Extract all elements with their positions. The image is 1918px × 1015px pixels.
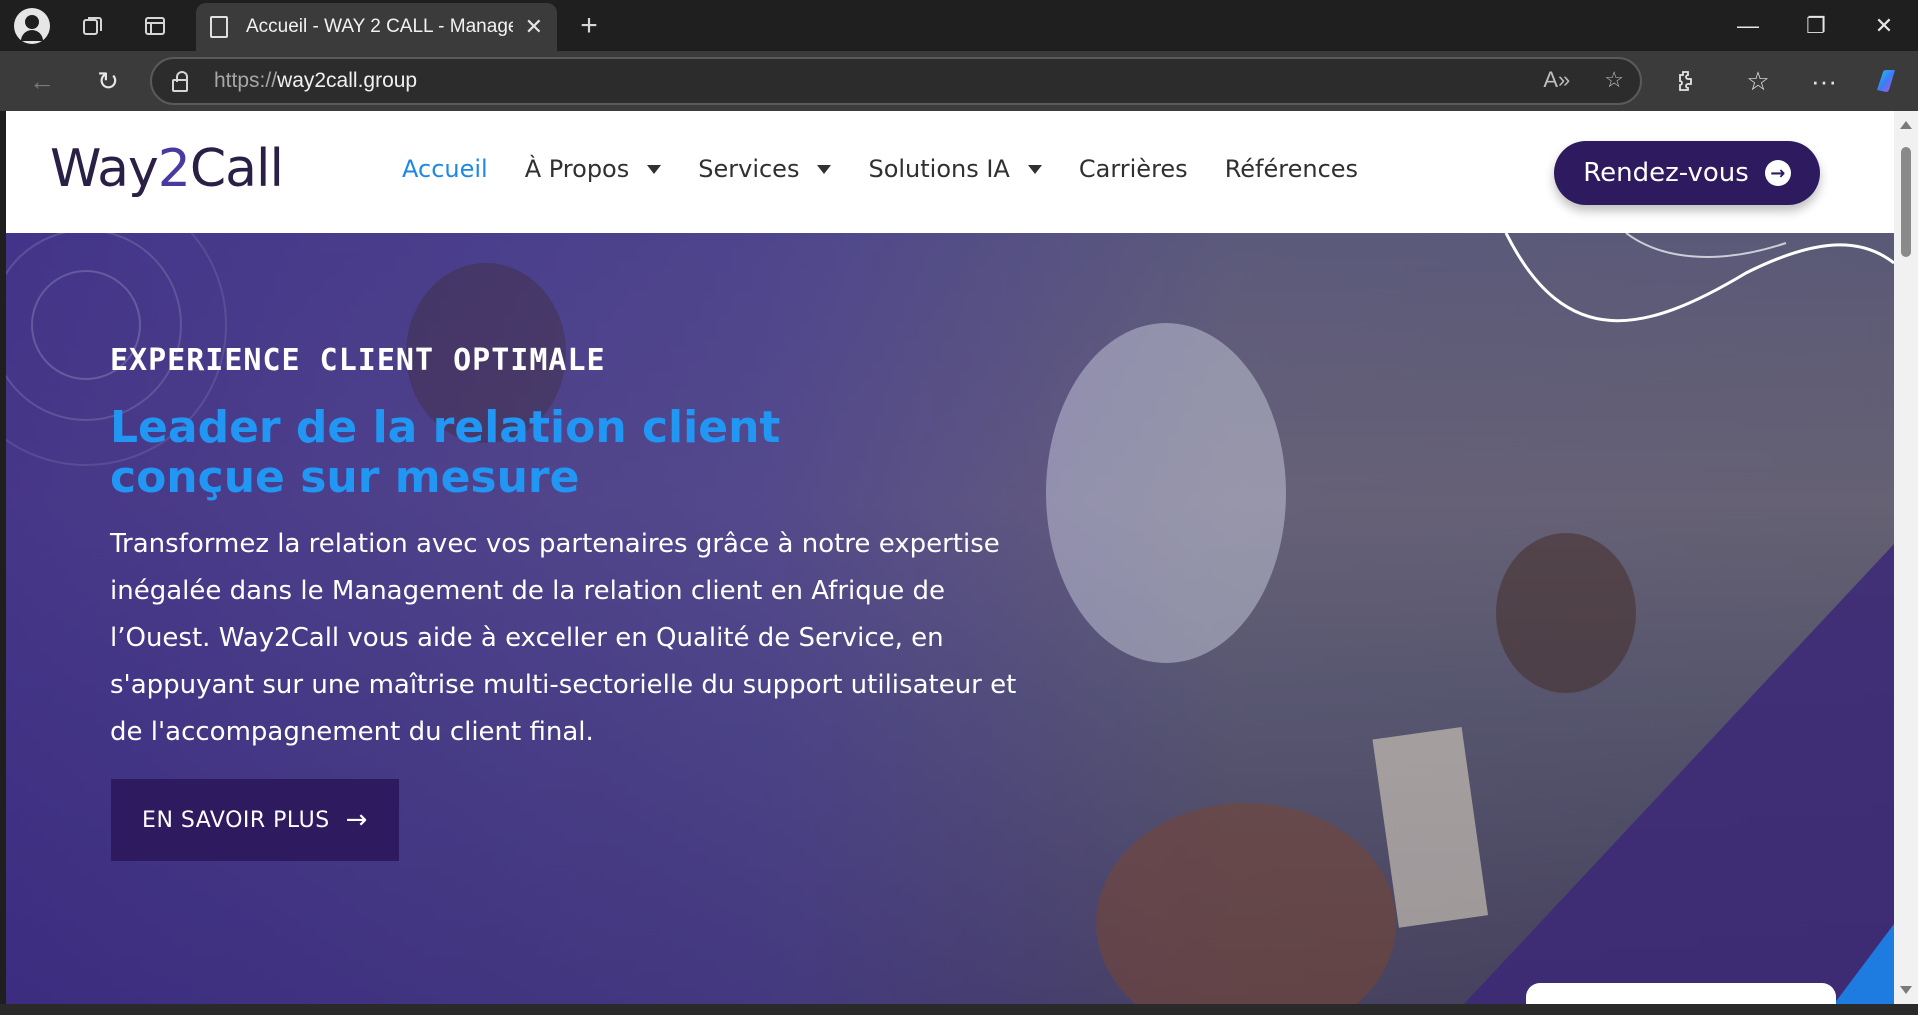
lock-icon[interactable] <box>172 70 188 92</box>
hero-kicker: EXPERIENCE CLIENT OPTIMALE <box>110 343 606 378</box>
active-tab[interactable]: Accueil - WAY 2 CALL - Management de la … <box>196 3 557 51</box>
browser-toolbar: ← ↻ https://way2call.group A» ☆ ☆ ··· <box>0 51 1918 111</box>
scroll-down-icon[interactable] <box>1900 986 1912 994</box>
floating-card <box>1526 983 1836 1004</box>
nav-accueil[interactable]: Accueil <box>402 155 488 183</box>
chevron-down-icon <box>817 164 832 174</box>
favorite-star-icon[interactable]: ☆ <box>1604 67 1624 93</box>
decorative-triangle <box>1464 544 1894 1004</box>
read-aloud-icon[interactable]: A» <box>1543 67 1570 93</box>
address-bar[interactable]: https://way2call.group A» ☆ <box>150 57 1642 105</box>
nav-references[interactable]: Références <box>1225 155 1358 183</box>
hero-description: Transformez la relation avec vos partena… <box>110 529 1017 747</box>
close-window-icon[interactable]: ✕ <box>1864 8 1904 44</box>
site-header: Way2Call Accueil À Propos Services Solut… <box>6 111 1894 233</box>
nav-a-propos[interactable]: À Propos <box>525 155 662 183</box>
chevron-down-icon <box>1027 164 1042 174</box>
decorative-corner <box>1834 924 1894 1004</box>
hero-section: EXPERIENCE CLIENT OPTIMALE Leader de la … <box>6 233 1894 1004</box>
arrow-right-circle-icon: → <box>1764 160 1791 186</box>
nav-solutions-ia[interactable]: Solutions IA <box>868 155 1042 183</box>
rendez-vous-button[interactable]: Rendez-vous → <box>1554 141 1820 205</box>
profile-avatar-icon[interactable] <box>14 8 50 44</box>
close-tab-icon[interactable]: ✕ <box>525 14 543 40</box>
new-tab-icon[interactable]: + <box>572 9 606 43</box>
restore-icon[interactable]: ❐ <box>1796 8 1836 44</box>
more-menu-icon[interactable]: ··· <box>1806 63 1842 99</box>
minimize-icon[interactable]: — <box>1728 8 1768 44</box>
web-page: Way2Call Accueil À Propos Services Solut… <box>6 111 1894 1004</box>
nav-carrieres[interactable]: Carrières <box>1079 155 1188 183</box>
chevron-down-icon <box>647 164 662 174</box>
favorites-icon[interactable]: ☆ <box>1740 63 1776 99</box>
page-scrollbar[interactable] <box>1894 111 1918 1004</box>
tab-actions-icon[interactable] <box>138 9 172 43</box>
window-bottom-edge <box>0 1004 1918 1015</box>
back-icon[interactable]: ← <box>24 63 60 99</box>
main-nav: Accueil À Propos Services Solutions IA C… <box>402 155 1395 183</box>
learn-more-label: EN SAVOIR PLUS <box>142 807 330 833</box>
scroll-up-icon[interactable] <box>1900 121 1912 129</box>
way2call-logo[interactable]: Way2Call <box>50 139 284 199</box>
url-text[interactable]: https://way2call.group <box>214 69 417 93</box>
copilot-icon[interactable] <box>1868 63 1904 99</box>
reload-icon[interactable]: ↻ <box>90 63 126 99</box>
learn-more-button[interactable]: EN SAVOIR PLUS → <box>111 779 399 861</box>
workspaces-icon[interactable] <box>76 9 110 43</box>
hero-title: Leader de la relation client conçue sur … <box>110 402 781 503</box>
browser-tab-bar: Accueil - WAY 2 CALL - Management de la … <box>0 0 1918 51</box>
scrollbar-thumb[interactable] <box>1901 147 1911 257</box>
nav-services[interactable]: Services <box>698 155 832 183</box>
extensions-icon[interactable] <box>1668 63 1704 99</box>
tab-title: Accueil - WAY 2 CALL - Management de la … <box>246 16 513 37</box>
page-icon <box>210 16 228 38</box>
cta-label: Rendez-vous <box>1583 158 1749 188</box>
arrow-right-icon: → <box>345 805 368 835</box>
